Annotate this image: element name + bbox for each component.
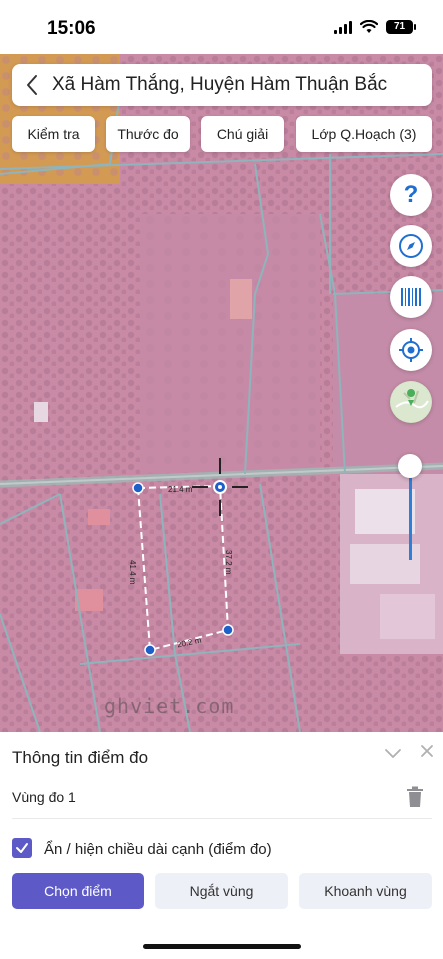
locate-button[interactable] — [390, 329, 432, 371]
chevron-down-icon[interactable] — [384, 744, 402, 762]
zoom-slider-thumb[interactable] — [398, 454, 422, 478]
measure-button[interactable]: Thước đo — [106, 116, 190, 152]
compass-button[interactable] — [390, 225, 432, 267]
help-button[interactable]: ? — [390, 174, 432, 216]
region-label: Vùng đo 1 — [12, 789, 76, 805]
map-view[interactable]: 21.4 m 41.4 m 37.2 m 20.2 m — [0, 54, 443, 732]
checkmark-icon — [16, 843, 28, 853]
status-icons: 71 — [334, 20, 416, 34]
back-icon[interactable] — [12, 64, 52, 106]
locate-icon — [399, 338, 423, 362]
barcode-icon — [401, 288, 421, 306]
status-time: 15:06 — [47, 18, 96, 39]
status-bar: 15:06 71 — [0, 0, 443, 54]
battery-icon: 71 — [386, 20, 416, 34]
basemap-icon — [391, 382, 431, 422]
panel-title: Thông tin điểm đo — [12, 748, 149, 767]
select-point-button[interactable]: Chọn điểm — [12, 873, 144, 909]
satellite-map — [0, 54, 443, 732]
location-title: Xã Hàm Thắng, Huyện Hàm Thuận Bắc — [52, 74, 388, 95]
edge-length-label: Ẩn / hiện chiều dài cạnh (điểm đo) — [44, 841, 272, 858]
basemap-button[interactable] — [390, 381, 432, 423]
enclose-region-button[interactable]: Khoanh vùng — [299, 873, 432, 909]
check-button[interactable]: Kiểm tra — [12, 116, 95, 152]
segment-label-top: 21.4 m — [168, 485, 193, 494]
wifi-icon — [360, 20, 378, 33]
signal-icon — [334, 20, 352, 34]
compass-icon — [399, 234, 423, 258]
edge-length-checkbox[interactable] — [12, 838, 32, 858]
location-search-bar[interactable]: Xã Hàm Thắng, Huyện Hàm Thuận Bắc — [12, 64, 432, 106]
close-icon[interactable] — [420, 744, 434, 758]
break-region-button[interactable]: Ngắt vùng — [155, 873, 288, 909]
zoom-slider-track[interactable] — [409, 478, 412, 560]
measure-info-panel: Thông tin điểm đo Vùng đo 1 Ẩn / hiện ch… — [0, 732, 443, 959]
home-indicator — [143, 944, 301, 949]
watermark: ghviet.com — [104, 694, 235, 718]
trash-icon[interactable] — [406, 786, 424, 808]
planning-layer-button[interactable]: Lớp Q.Hoạch (3) — [296, 116, 432, 152]
barcode-button[interactable] — [390, 276, 432, 318]
tool-row: Kiểm tra Thước đo Chú giải Lớp Q.Hoạch (… — [0, 116, 443, 152]
legend-button[interactable]: Chú giải — [201, 116, 284, 152]
help-icon: ? — [403, 181, 419, 208]
segment-label-right: 37.2 m — [224, 550, 233, 575]
divider — [12, 818, 432, 819]
segment-label-left: 41.4 m — [128, 560, 137, 585]
